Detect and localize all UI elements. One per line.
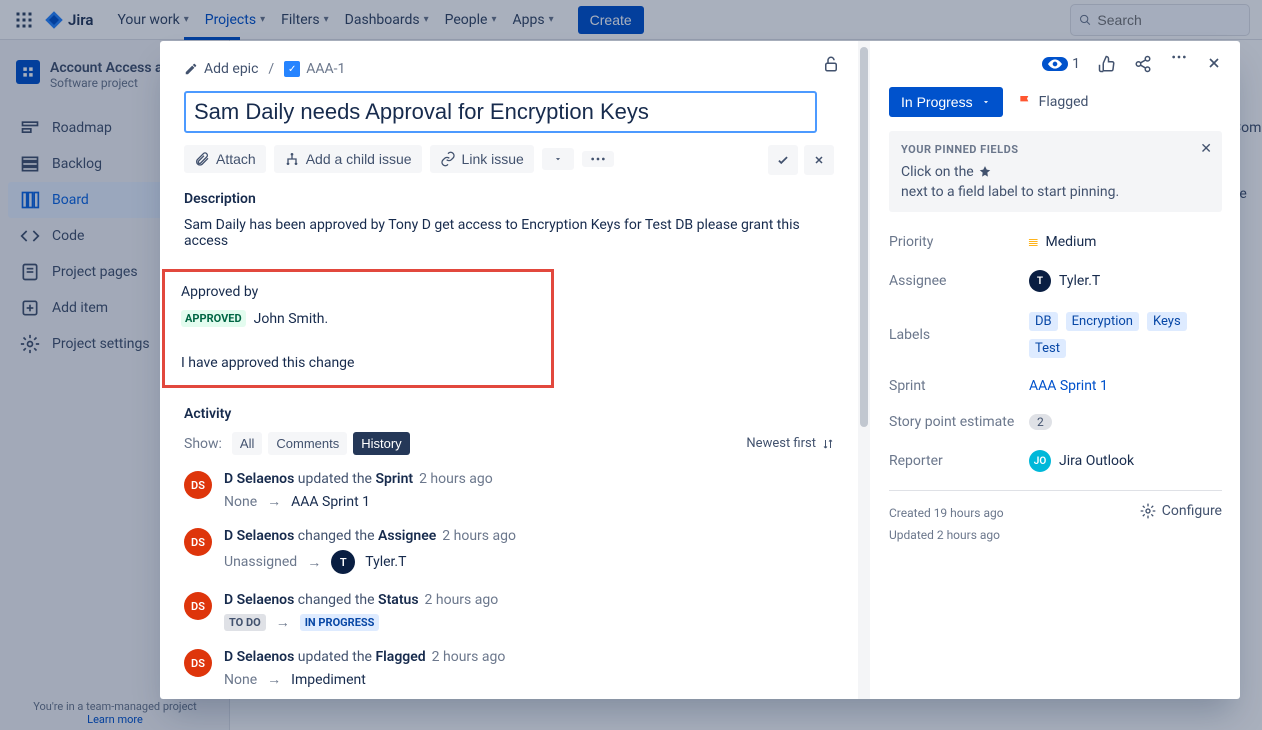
close-icon <box>1206 55 1222 71</box>
cancel-title-button[interactable] <box>804 145 834 175</box>
approved-status-lozenge: APPROVED <box>181 310 246 327</box>
x-icon <box>813 154 825 166</box>
dots-icon <box>1170 55 1188 59</box>
pencil-icon <box>184 62 198 76</box>
priority-medium-icon: ══ <box>1029 238 1038 246</box>
scrollbar-thumb[interactable] <box>860 47 868 427</box>
link-icon <box>440 151 456 167</box>
label-tag[interactable]: DB <box>1029 312 1058 331</box>
confirm-title-button[interactable] <box>768 145 798 175</box>
chevron-down-icon <box>981 97 991 107</box>
labels-field[interactable]: Labels DBEncryptionKeysTest <box>889 302 1222 368</box>
more-actions-button[interactable] <box>582 151 614 167</box>
lock-icon[interactable] <box>822 55 840 73</box>
add-epic-button[interactable]: Add epic <box>184 61 258 77</box>
activity-tab-comments[interactable]: Comments <box>268 432 347 455</box>
task-type-icon: ✓ <box>284 61 300 77</box>
eye-icon <box>1042 57 1068 71</box>
pinned-hint: Click on the next to a field label to st… <box>901 164 1210 200</box>
attach-icon <box>194 151 210 167</box>
thumbs-up-icon <box>1098 55 1116 73</box>
user-avatar: DS <box>184 471 212 499</box>
assignee-field[interactable]: Assignee TTyler.T <box>889 260 1222 302</box>
issue-title-input[interactable] <box>184 91 817 133</box>
description-text[interactable]: Sam Daily has been approved by Tony D ge… <box>184 217 834 249</box>
breadcrumb: Add epic / ✓ AAA-1 <box>184 61 834 77</box>
history-item: DS D Selaenos updated the Flagged2 hours… <box>184 649 834 688</box>
approved-by-name: John Smith. <box>254 311 329 327</box>
reporter-field[interactable]: Reporter JOJira Outlook <box>889 440 1222 482</box>
scrollbar[interactable] <box>858 41 870 699</box>
label-tag[interactable]: Encryption <box>1066 312 1139 331</box>
share-button[interactable] <box>1134 55 1152 73</box>
link-issue-button[interactable]: Link issue <box>430 145 534 173</box>
user-avatar: DS <box>184 649 212 677</box>
sprint-field[interactable]: Sprint AAA Sprint 1 <box>889 368 1222 404</box>
more-button[interactable] <box>1170 55 1188 73</box>
history-item: DS D Selaenos updated the Sprint2 hours … <box>184 471 834 510</box>
dots-icon <box>590 157 606 161</box>
approved-note: I have approved this change <box>181 355 535 371</box>
story-point-field[interactable]: Story point estimate 2 <box>889 404 1222 440</box>
link-issue-dropdown[interactable] <box>542 148 574 170</box>
pinned-fields-box: YOUR PINNED FIELDS ✕ Click on the next t… <box>889 131 1222 212</box>
tree-icon <box>284 151 300 167</box>
add-child-issue-button[interactable]: Add a child issue <box>274 145 422 173</box>
issue-key-link[interactable]: ✓ AAA-1 <box>284 61 345 77</box>
reporter-avatar: JO <box>1029 450 1051 472</box>
pinned-fields-label: YOUR PINNED FIELDS <box>901 143 1210 156</box>
activity-label: Activity <box>184 406 834 422</box>
pinned-close-button[interactable]: ✕ <box>1200 141 1212 157</box>
sort-icon <box>822 438 834 450</box>
pin-icon <box>978 165 992 179</box>
close-button[interactable] <box>1206 55 1222 73</box>
issue-modal: Add epic / ✓ AAA-1 Attach Add a child is… <box>160 41 1240 699</box>
assignee-avatar: T <box>1029 270 1051 292</box>
created-date: Created 19 hours ago <box>889 503 1004 525</box>
flag-icon <box>1017 94 1033 110</box>
flagged-indicator[interactable]: Flagged <box>1017 94 1089 110</box>
activity-tab-history[interactable]: History <box>353 432 409 455</box>
gear-icon <box>1140 503 1156 519</box>
check-icon <box>776 153 790 167</box>
updated-date: Updated 2 hours ago <box>889 525 1004 547</box>
activity-tab-all[interactable]: All <box>232 432 262 455</box>
description-label: Description <box>184 191 834 207</box>
chevron-down-icon <box>553 154 563 164</box>
approved-block: Approved by APPROVED John Smith. I have … <box>162 269 554 388</box>
priority-field[interactable]: Priority ══Medium <box>889 224 1222 260</box>
sort-newest-first[interactable]: Newest first <box>746 436 834 451</box>
watch-button[interactable]: 1 <box>1042 55 1080 73</box>
history-item: DS D Selaenos changed the Status2 hours … <box>184 592 834 631</box>
label-tag[interactable]: Test <box>1029 339 1066 358</box>
attach-button[interactable]: Attach <box>184 145 266 173</box>
user-avatar: DS <box>184 528 212 556</box>
user-avatar: DS <box>184 592 212 620</box>
configure-button[interactable]: Configure <box>1140 503 1222 519</box>
like-button[interactable] <box>1098 55 1116 73</box>
status-dropdown[interactable]: In Progress <box>889 87 1003 117</box>
activity-show-label: Show: <box>184 436 222 452</box>
approved-by-label: Approved by <box>181 284 535 300</box>
history-item: DS D Selaenos changed the Assignee2 hour… <box>184 528 834 574</box>
label-tag[interactable]: Keys <box>1147 312 1187 331</box>
share-icon <box>1134 55 1152 73</box>
